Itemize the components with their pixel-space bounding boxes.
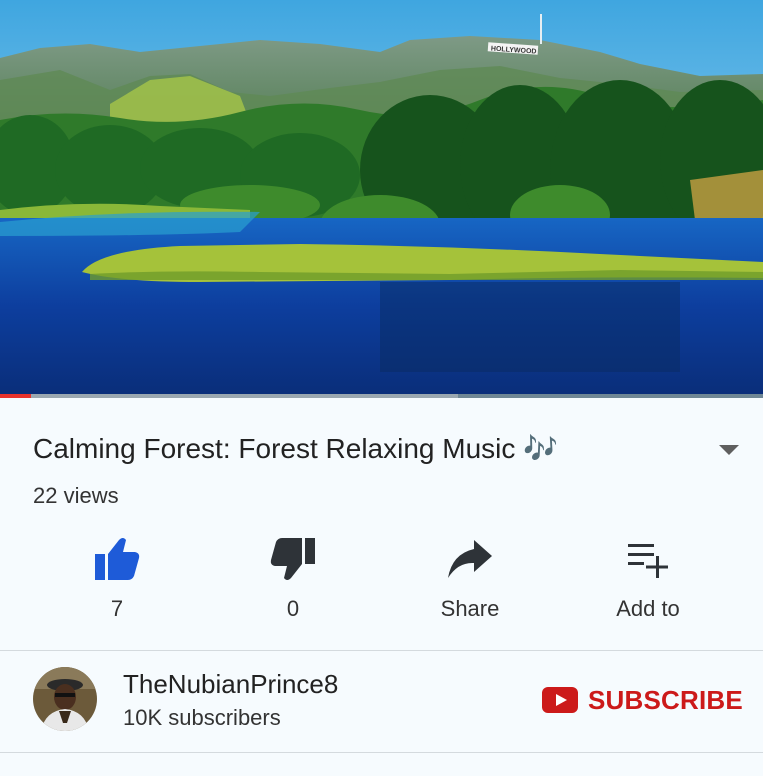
- avatar[interactable]: [33, 667, 97, 731]
- view-count: 22 views: [33, 483, 119, 508]
- subscribe-label: SUBSCRIBE: [588, 684, 743, 715]
- dislike-count: 0: [286, 596, 300, 621]
- add-to-label: Add to: [616, 596, 680, 621]
- video-thumbnail: HOLLYWOOD: [0, 0, 763, 394]
- playlist-add-icon: [628, 544, 668, 578]
- channel-row: TheNubianPrince8 10K subscribers SUBSCRI…: [0, 651, 763, 751]
- like-count: 7: [110, 596, 124, 621]
- share-arrow-icon: [448, 540, 492, 578]
- progress-played: [0, 394, 31, 398]
- video-title-row[interactable]: Calming Forest: Forest Relaxing Music 🎶: [33, 426, 739, 474]
- youtube-play-icon: [542, 687, 578, 713]
- video-actions: 7 0 Share Add to: [0, 528, 763, 638]
- share-button[interactable]: Share: [395, 528, 545, 628]
- divider: [0, 752, 763, 753]
- video-player[interactable]: HOLLYWOOD: [0, 0, 763, 394]
- channel-name[interactable]: TheNubianPrince8: [123, 669, 338, 700]
- video-title: Calming Forest: Forest Relaxing Music 🎶: [33, 433, 559, 464]
- chevron-down-icon[interactable]: [719, 445, 739, 455]
- subscribe-button[interactable]: SUBSCRIBE: [542, 683, 743, 717]
- channel-avatar-image: [33, 667, 97, 731]
- subscriber-count: 10K subscribers: [123, 705, 281, 730]
- thumbs-up-icon: [95, 538, 140, 580]
- progress-buffered: [457, 394, 763, 398]
- thumbs-down-icon: [270, 538, 315, 580]
- share-label: Share: [440, 596, 500, 621]
- video-progress-bar[interactable]: [0, 394, 763, 398]
- dislike-button[interactable]: 0: [218, 528, 368, 628]
- add-to-button[interactable]: Add to: [573, 528, 723, 628]
- like-button[interactable]: 7: [42, 528, 192, 628]
